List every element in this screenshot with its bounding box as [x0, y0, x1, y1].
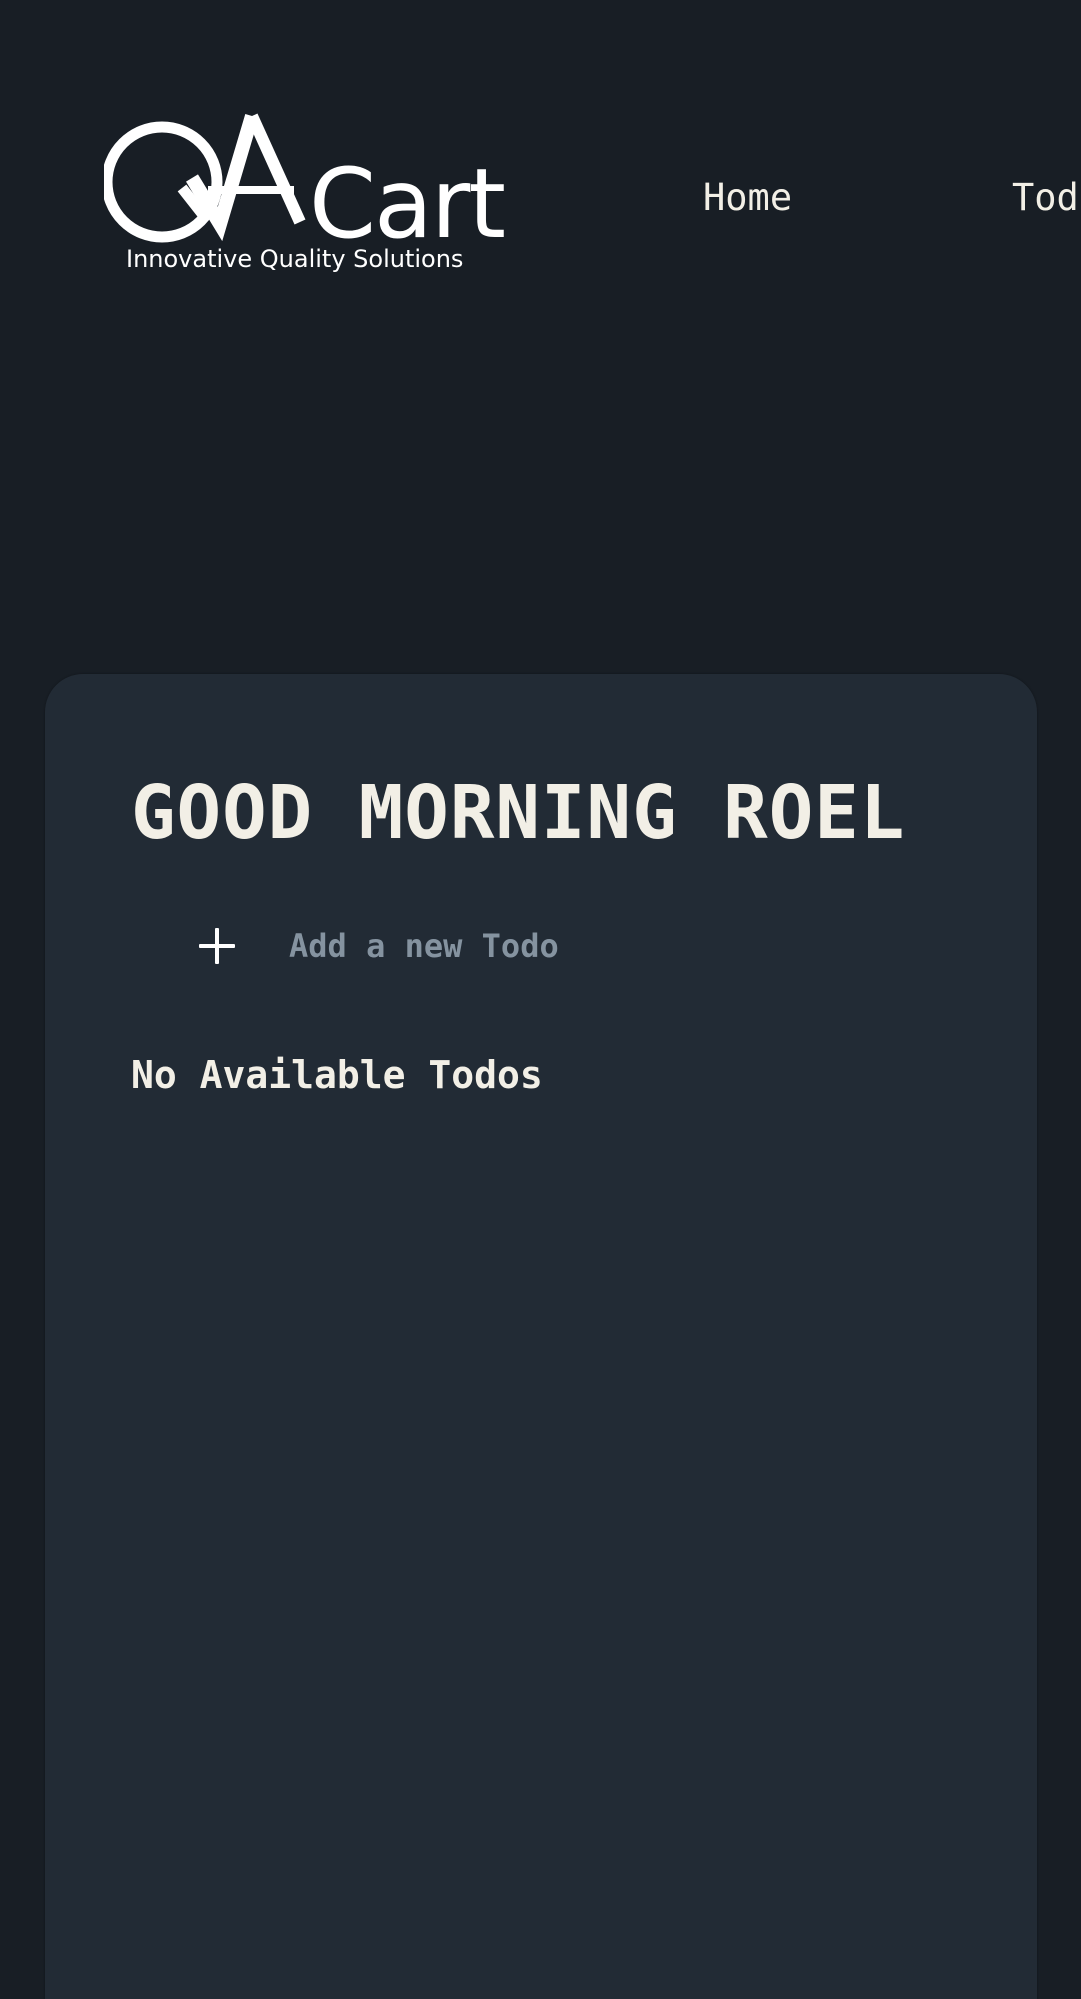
empty-todos-message: No Available Todos	[131, 1053, 543, 1097]
qa-monogram-icon	[104, 113, 306, 243]
nav-link-todos[interactable]: Todos	[1012, 174, 1081, 222]
new-todo-input[interactable]	[289, 920, 909, 972]
plus-icon[interactable]	[171, 916, 235, 976]
logo-tagline: Innovative Quality Solutions	[126, 245, 464, 273]
qacart-logo[interactable]: Cart Innovative Quality Solutions	[104, 112, 524, 282]
page-title: GOOD MORNING ROEL	[131, 770, 906, 856]
nav-link-home[interactable]: Home	[703, 174, 792, 222]
logo-wordmark: Cart	[309, 148, 506, 260]
add-todo-row[interactable]	[171, 916, 931, 976]
todo-card: GOOD MORNING ROEL No Available Todos	[45, 674, 1037, 1999]
site-header: Cart Innovative Quality Solutions Home T…	[0, 0, 1081, 330]
